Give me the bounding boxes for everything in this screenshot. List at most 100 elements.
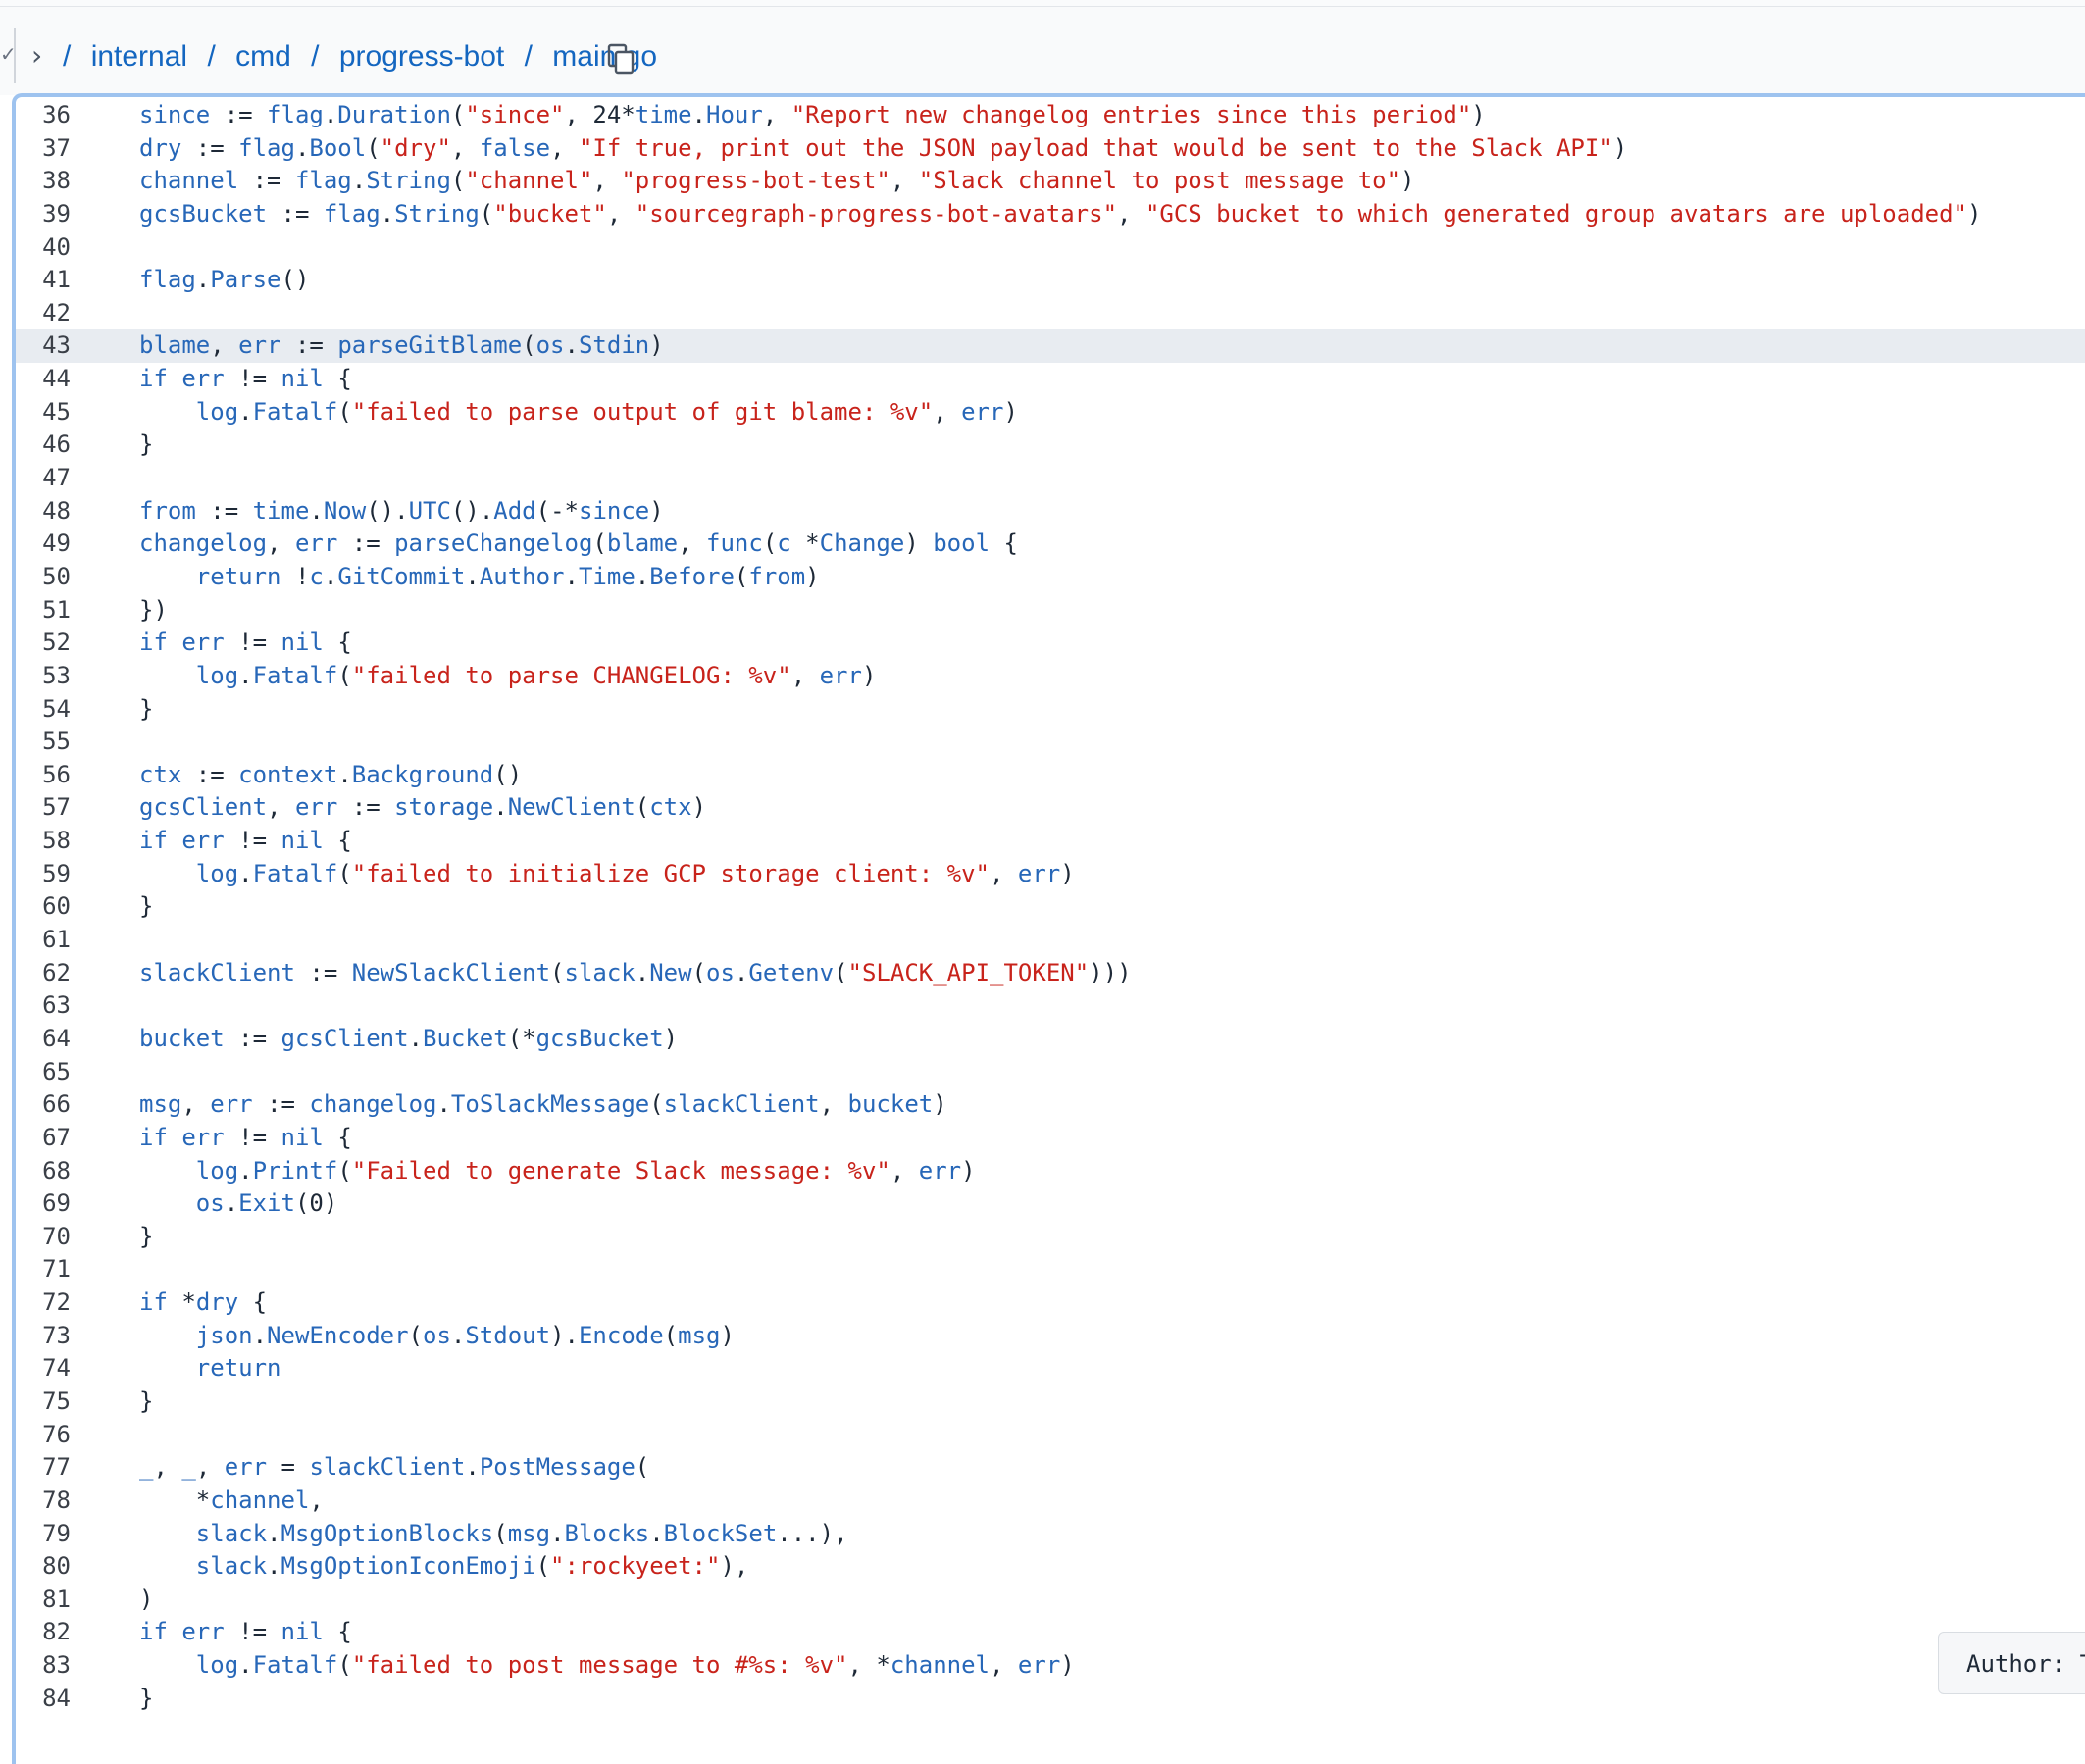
line-number[interactable]: 58 — [16, 825, 71, 858]
line-number[interactable]: 66 — [16, 1088, 71, 1122]
line-number[interactable]: 40 — [16, 231, 71, 265]
code-line[interactable]: 61 — [16, 924, 2085, 957]
line-number[interactable]: 53 — [16, 660, 71, 693]
line-number[interactable]: 79 — [16, 1518, 71, 1551]
code-line[interactable]: 50 return !c.GitCommit.Author.Time.Befor… — [16, 561, 2085, 594]
line-number[interactable]: 72 — [16, 1286, 71, 1320]
code-line[interactable]: 60} — [16, 890, 2085, 924]
code-line[interactable]: 66 msg, err := changelog.ToSlackMessage(s… — [16, 1088, 2085, 1122]
line-number[interactable]: 48 — [16, 495, 71, 529]
line-number[interactable]: 57 — [16, 791, 71, 825]
line-number[interactable]: 75 — [16, 1386, 71, 1419]
line-number[interactable]: 51 — [16, 594, 71, 628]
code-line[interactable]: 79 slack.MsgOptionBlocks(msg.Blocks.Bloc… — [16, 1518, 2085, 1551]
code-line[interactable]: 47 — [16, 462, 2085, 495]
code-line[interactable]: 45 log.Fatalf("failed to parse output of… — [16, 396, 2085, 429]
code-line[interactable]: 40 — [16, 231, 2085, 265]
line-number[interactable]: 44 — [16, 363, 71, 396]
code-line[interactable]: 64 bucket := gcsClient.Bucket(*gcsBucket) — [16, 1023, 2085, 1056]
code-line[interactable]: 73 json.NewEncoder(os.Stdout).Encode(msg… — [16, 1320, 2085, 1353]
code-line[interactable]: 76 — [16, 1419, 2085, 1452]
line-number[interactable]: 71 — [16, 1253, 71, 1286]
code-line[interactable]: 77 _, _, err = slackClient.PostMessage( — [16, 1451, 2085, 1485]
code-line[interactable]: 83 log.Fatalf("failed to post message to… — [16, 1649, 2085, 1683]
code-line[interactable]: 67 if err != nil { — [16, 1122, 2085, 1155]
code-line[interactable]: 36 since := flag.Duration("since", 24*tim… — [16, 99, 2085, 132]
code-view[interactable]: 36 since := flag.Duration("since", 24*tim… — [16, 99, 2085, 1715]
line-number[interactable]: 55 — [16, 726, 71, 759]
code-line[interactable]: 46} — [16, 428, 2085, 462]
code-line[interactable]: 80 slack.MsgOptionIconEmoji(":rockyeet:"… — [16, 1550, 2085, 1584]
chevron-right-icon[interactable]: › — [31, 36, 42, 76]
line-number[interactable]: 42 — [16, 297, 71, 330]
code-line[interactable]: 52 if err != nil { — [16, 627, 2085, 660]
line-number[interactable]: 54 — [16, 693, 71, 727]
line-number[interactable]: 67 — [16, 1122, 71, 1155]
breadcrumb-item-internal[interactable]: internal — [91, 36, 187, 77]
line-number[interactable]: 68 — [16, 1155, 71, 1188]
line-number[interactable]: 49 — [16, 528, 71, 561]
line-number[interactable]: 37 — [16, 132, 71, 166]
line-number[interactable]: 60 — [16, 890, 71, 924]
code-line[interactable]: 41 flag.Parse() — [16, 264, 2085, 297]
code-line[interactable]: 69 os.Exit(0) — [16, 1187, 2085, 1221]
code-line[interactable]: 49 changelog, err := parseChangelog(blame… — [16, 528, 2085, 561]
code-line[interactable]: 63 — [16, 989, 2085, 1023]
line-number[interactable]: 43 — [16, 329, 71, 363]
code-line[interactable]: 81) — [16, 1584, 2085, 1617]
line-number[interactable]: 64 — [16, 1023, 71, 1056]
code-line[interactable]: 55 — [16, 726, 2085, 759]
code-line[interactable]: 54} — [16, 693, 2085, 727]
code-line[interactable]: 58 if err != nil { — [16, 825, 2085, 858]
code-line[interactable]: 68 log.Printf("Failed to generate Slack … — [16, 1155, 2085, 1188]
line-number[interactable]: 39 — [16, 198, 71, 231]
line-number[interactable]: 41 — [16, 264, 71, 297]
line-number[interactable]: 45 — [16, 396, 71, 429]
line-number[interactable]: 81 — [16, 1584, 71, 1617]
breadcrumb-item-file[interactable]: main.go — [552, 36, 657, 77]
breadcrumb-item-cmd[interactable]: cmd — [235, 36, 291, 77]
line-number[interactable]: 80 — [16, 1550, 71, 1584]
code-line[interactable]: 53 log.Fatalf("failed to parse CHANGELOG… — [16, 660, 2085, 693]
breadcrumb-item-progress-bot[interactable]: progress-bot — [339, 36, 504, 77]
code-line[interactable]: 72 if *dry { — [16, 1286, 2085, 1320]
code-line[interactable]: 71 — [16, 1253, 2085, 1286]
line-number[interactable]: 65 — [16, 1056, 71, 1089]
line-number[interactable]: 83 — [16, 1649, 71, 1683]
line-number[interactable]: 78 — [16, 1485, 71, 1518]
line-number[interactable]: 73 — [16, 1320, 71, 1353]
code-line[interactable]: 62 slackClient := NewSlackClient(slack.Ne… — [16, 957, 2085, 990]
line-number[interactable]: 70 — [16, 1221, 71, 1254]
code-line[interactable]: 38 channel := flag.String("channel", "pro… — [16, 165, 2085, 198]
code-line[interactable]: 65 — [16, 1056, 2085, 1089]
line-number[interactable]: 69 — [16, 1187, 71, 1221]
code-line[interactable]: 57 gcsClient, err := storage.NewClient(ct… — [16, 791, 2085, 825]
code-line[interactable]: 82 if err != nil { — [16, 1616, 2085, 1649]
line-number[interactable]: 61 — [16, 924, 71, 957]
line-number[interactable]: 36 — [16, 99, 71, 132]
line-number[interactable]: 74 — [16, 1352, 71, 1386]
line-number[interactable]: 84 — [16, 1683, 71, 1716]
code-line[interactable]: 70} — [16, 1221, 2085, 1254]
line-number[interactable]: 52 — [16, 627, 71, 660]
code-line[interactable]: 75} — [16, 1386, 2085, 1419]
line-number[interactable]: 76 — [16, 1419, 71, 1452]
code-line[interactable]: 84} — [16, 1683, 2085, 1716]
code-line[interactable]: 48 from := time.Now().UTC().Add(-*since) — [16, 495, 2085, 529]
line-number[interactable]: 62 — [16, 957, 71, 990]
code-line[interactable]: 56 ctx := context.Background() — [16, 759, 2085, 792]
code-line[interactable]: 44 if err != nil { — [16, 363, 2085, 396]
line-number[interactable]: 50 — [16, 561, 71, 594]
code-line[interactable]: 39 gcsBucket := flag.String("bucket", "so… — [16, 198, 2085, 231]
code-line[interactable]: 43 blame, err := parseGitBlame(os.Stdin) — [16, 329, 2085, 364]
code-line[interactable]: 59 log.Fatalf("failed to initialize GCP … — [16, 858, 2085, 891]
line-number[interactable]: 82 — [16, 1616, 71, 1649]
code-line[interactable]: 37 dry := flag.Bool("dry", false, "If tru… — [16, 132, 2085, 166]
code-line[interactable]: 78 *channel, — [16, 1485, 2085, 1518]
line-number[interactable]: 46 — [16, 428, 71, 462]
line-number[interactable]: 77 — [16, 1451, 71, 1485]
line-number[interactable]: 38 — [16, 165, 71, 198]
code-line[interactable]: 42 — [16, 297, 2085, 330]
copy-path-button[interactable] — [606, 42, 637, 76]
line-number[interactable]: 59 — [16, 858, 71, 891]
